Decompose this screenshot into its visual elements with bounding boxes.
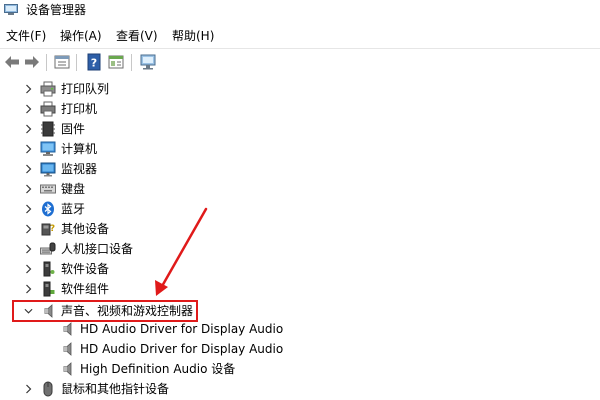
chevron-right-icon[interactable]: [24, 124, 33, 134]
tree-child-high-definition-audio[interactable]: High Definition Audio 设备: [0, 359, 600, 379]
tree-item-software-devices[interactable]: 软件设备: [0, 259, 600, 279]
toolbar-separator: [76, 54, 77, 71]
forward-arrow-icon[interactable]: [23, 53, 41, 71]
toolbar-separator: [131, 54, 132, 71]
speaker-icon: [63, 322, 72, 336]
mouse-icon: [43, 381, 53, 397]
tree-item-label: 人机接口设备: [61, 242, 134, 256]
chevron-right-icon[interactable]: [24, 184, 33, 194]
tree-item-label: 固件: [61, 122, 86, 136]
tree-item-label: 软件组件: [61, 282, 110, 296]
chevron-right-icon[interactable]: [24, 104, 33, 114]
chevron-right-icon[interactable]: [24, 244, 33, 254]
menu-file[interactable]: 文件(F): [6, 28, 46, 44]
chevron-right-icon[interactable]: [24, 204, 33, 214]
highlight-box: [12, 300, 198, 322]
tree-item-software-components[interactable]: 软件组件: [0, 279, 600, 299]
menu-help[interactable]: 帮助(H): [172, 28, 214, 44]
tree-item-keyboards[interactable]: 键盘: [0, 179, 600, 199]
help-icon[interactable]: ?: [85, 53, 103, 71]
chevron-right-icon[interactable]: [24, 224, 33, 234]
tree-item-print-queue[interactable]: 打印队列: [0, 79, 600, 99]
unknown-device-icon: ?: [41, 223, 55, 236]
tree-item-label: 打印机: [61, 102, 98, 116]
back-arrow-icon[interactable]: [3, 53, 21, 71]
firmware-icon: [41, 121, 55, 137]
tree-item-label: HD Audio Driver for Display Audio: [80, 342, 284, 356]
speaker-icon: [63, 362, 72, 376]
tree-child-hd-audio-display-1[interactable]: HD Audio Driver for Display Audio: [0, 319, 600, 339]
device-manager-icon: [4, 4, 18, 15]
tree-item-hid[interactable]: 人机接口设备: [0, 239, 600, 259]
software-device-icon: [43, 261, 55, 277]
chevron-right-icon[interactable]: [24, 164, 33, 174]
hid-icon: [40, 242, 56, 255]
menu-view[interactable]: 查看(V): [116, 28, 158, 44]
tree-item-label: 蓝牙: [61, 202, 86, 216]
tree-child-hd-audio-display-2[interactable]: HD Audio Driver for Display Audio: [0, 339, 600, 359]
menu-bar: 文件(F) 操作(A) 查看(V) 帮助(H): [0, 26, 600, 46]
tree-item-mice[interactable]: 鼠标和其他指针设备: [0, 379, 600, 399]
monitor-scan-icon[interactable]: [139, 53, 157, 71]
window-title: 设备管理器: [26, 3, 87, 17]
tree-item-label: 鼠标和其他指针设备: [61, 382, 170, 396]
tree-item-other-devices[interactable]: ? 其他设备: [0, 219, 600, 239]
tree-item-firmware[interactable]: 固件: [0, 119, 600, 139]
show-hide-icon[interactable]: [107, 53, 125, 71]
print-queue-icon: [40, 81, 56, 97]
chevron-right-icon[interactable]: [24, 384, 33, 394]
software-component-icon: [43, 281, 55, 297]
tree-item-label: 键盘: [61, 182, 86, 196]
speaker-icon: [63, 342, 72, 356]
tree-item-monitors[interactable]: 监视器: [0, 159, 600, 179]
chevron-right-icon[interactable]: [24, 84, 33, 94]
tree-item-label: High Definition Audio 设备: [80, 362, 236, 376]
device-tree: 打印队列 打印机 固件 计算机 监视器 键盘 蓝牙 ? 其他设备 人机接口设备 …: [0, 76, 600, 400]
tree-item-computer[interactable]: 计算机: [0, 139, 600, 159]
svg-text:?: ?: [91, 57, 97, 70]
tree-item-bluetooth[interactable]: 蓝牙: [0, 199, 600, 219]
bluetooth-icon: [42, 201, 54, 217]
tree-item-label: 软件设备: [61, 262, 110, 276]
properties-icon[interactable]: [53, 53, 71, 71]
title-bar: 设备管理器: [0, 0, 600, 22]
tree-item-label: 计算机: [61, 142, 98, 156]
svg-text:?: ?: [50, 224, 55, 234]
tree-item-label: 监视器: [61, 162, 98, 176]
tree-item-label: HD Audio Driver for Display Audio: [80, 322, 284, 336]
chevron-right-icon[interactable]: [24, 264, 33, 274]
keyboard-icon: [40, 184, 56, 194]
computer-icon: [40, 141, 56, 156]
tree-item-label: 打印队列: [61, 82, 110, 96]
chevron-right-icon[interactable]: [24, 284, 33, 294]
menu-action[interactable]: 操作(A): [60, 28, 102, 44]
printer-icon: [40, 101, 56, 117]
toolbar-separator: [46, 54, 47, 71]
tree-item-label: 其他设备: [61, 222, 110, 236]
chevron-right-icon[interactable]: [24, 144, 33, 154]
monitor-icon: [40, 162, 56, 177]
toolbar: ?: [0, 48, 600, 75]
tree-item-printers[interactable]: 打印机: [0, 99, 600, 119]
